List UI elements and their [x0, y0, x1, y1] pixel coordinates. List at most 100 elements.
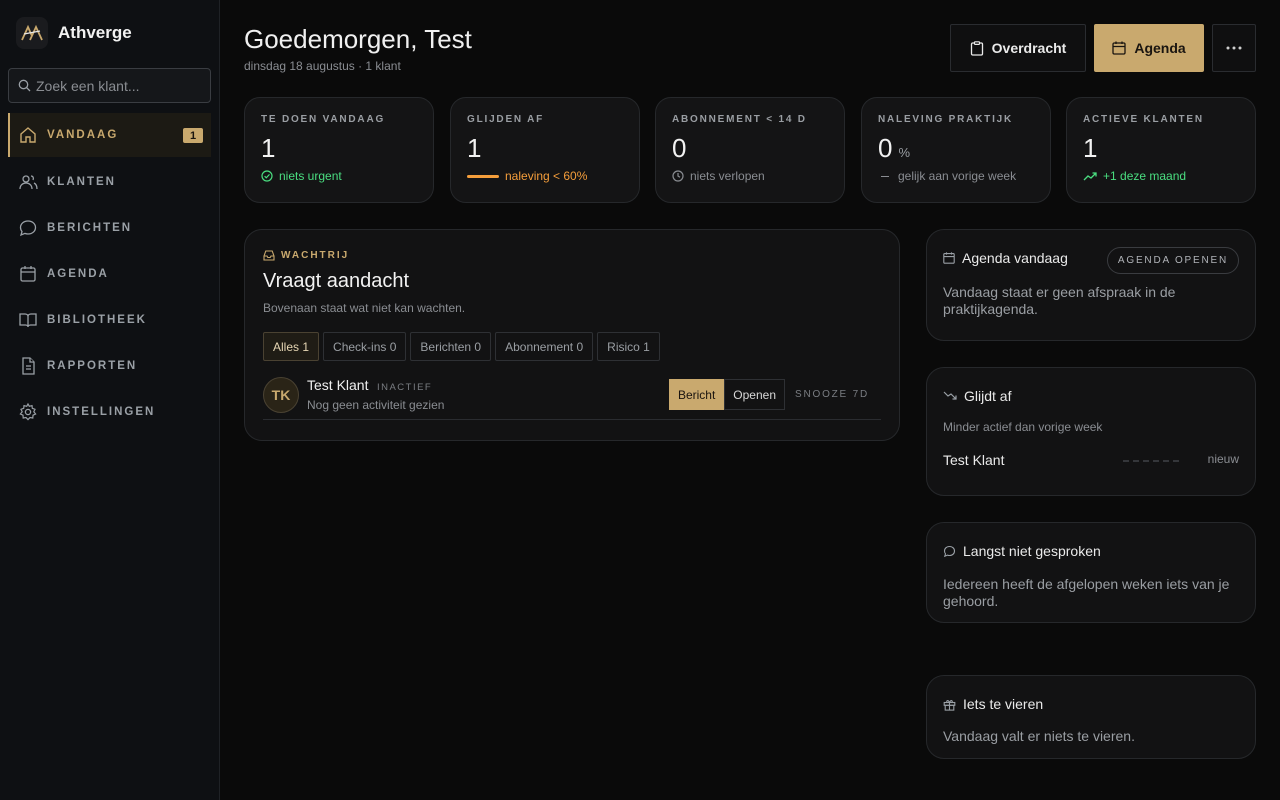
card-body: Iedereen heeft de afgelopen weken iets v…	[943, 576, 1230, 609]
stat-card-abonnement[interactable]: ABONNEMENT < 14 D 0 niets verlopen	[655, 97, 845, 203]
check-circle-icon	[261, 170, 273, 182]
trending-down-icon	[943, 391, 957, 400]
sidebar-item-label: VANDAAG	[47, 129, 119, 141]
sidebar-item-bibliotheek[interactable]: BIBLIOTHEEK	[8, 297, 211, 343]
count-badge: 1	[183, 128, 203, 143]
stat-label: ACTIEVE KLANTEN	[1083, 114, 1204, 125]
sidebar-item-label: RAPPORTEN	[47, 360, 138, 372]
open-agenda-button[interactable]: AGENDA OPENEN	[1106, 247, 1239, 274]
status-badge: INACTIEF	[376, 382, 433, 393]
sparkline-placeholder	[1123, 460, 1179, 462]
queue-filters: Alles 1 Check-ins 0 Berichten 0 Abonneme…	[263, 332, 881, 361]
sidebar-item-label: BIBLIOTHEEK	[47, 314, 147, 326]
celebrate-card: Iets te vieren Vandaag valt er niets te …	[926, 675, 1256, 759]
stat-label: GLIJDEN AF	[467, 114, 545, 125]
more-options-button[interactable]	[1212, 24, 1256, 72]
sidebar-item-klanten[interactable]: KLANTEN	[8, 159, 211, 205]
snooze-button[interactable]: SNOOZE 7D	[787, 379, 877, 410]
stat-foot: naleving < 60%	[467, 169, 623, 183]
overdracht-button[interactable]: Overdracht	[950, 24, 1086, 72]
new-tag: nieuw	[1207, 452, 1239, 466]
calendar-icon	[20, 266, 36, 282]
filter-abonnement[interactable]: Abonnement 0	[495, 332, 594, 361]
queue-card: WACHTRIJ Vraagt aandacht Bovenaan staat …	[244, 229, 900, 441]
search-icon	[18, 79, 31, 92]
message-button[interactable]: Bericht	[668, 379, 725, 410]
client-info: Test Klant INACTIEF Nog geen activiteit …	[307, 377, 444, 412]
card-subtitle: Minder actief dan vorige week	[943, 420, 1103, 434]
slipping-card: Glijdt af Minder actief dan vorige week …	[926, 367, 1256, 496]
stat-card-actieve-klanten[interactable]: ACTIEVE KLANTEN 1 +1 deze maand	[1066, 97, 1256, 203]
card-header: Glijdt af	[943, 388, 1239, 404]
sidebar-item-instellingen[interactable]: INSTELLINGEN	[8, 389, 211, 435]
row-actions: Bericht Openen SNOOZE 7D	[668, 379, 877, 410]
stat-value: 1	[467, 133, 482, 163]
client-name[interactable]: Test Klant	[307, 377, 368, 393]
stat-value: 0%	[878, 133, 911, 163]
overdracht-label: Overdracht	[991, 40, 1067, 56]
sidebar-item-label: INSTELLINGEN	[47, 406, 156, 418]
sidebar-item-vandaag[interactable]: VANDAAG 1	[8, 113, 211, 157]
card-body: Vandaag valt er niets te vieren.	[943, 728, 1135, 744]
card-body: Vandaag staat er geen afspraak in de pra…	[943, 284, 1176, 317]
page-title: Goedemorgen, Test	[244, 24, 472, 54]
avatar: TK	[263, 376, 299, 413]
stat-label: ABONNEMENT < 14 D	[672, 114, 807, 125]
sidebar-item-label: AGENDA	[47, 268, 109, 280]
stat-card-te-doen[interactable]: TE DOEN VANDAAG 1 niets urgent	[244, 97, 434, 203]
search-input[interactable]	[36, 77, 206, 94]
gift-icon	[943, 699, 956, 711]
list-item[interactable]: Test Klant nieuw	[943, 452, 1239, 468]
queue-title: Vraagt aandacht	[263, 270, 410, 292]
stat-foot: gelijk aan vorige week	[878, 169, 1034, 183]
chat-icon	[19, 220, 37, 237]
gear-icon	[19, 402, 37, 421]
search-box[interactable]	[8, 68, 211, 103]
sidebar-item-berichten[interactable]: BERICHTEN	[8, 205, 211, 251]
stat-value: 1	[1083, 133, 1098, 163]
clipboard-icon	[970, 40, 983, 56]
sidebar: Athverge VANDAAG 1 KLANTEN BERICHTEN AGE…	[0, 0, 220, 800]
page-subtitle: dinsdag 18 augustus · 1 klant	[244, 59, 401, 73]
stat-card-naleving[interactable]: NALEVING PRAKTIJK 0% gelijk aan vorige w…	[861, 97, 1051, 203]
stat-value: 0	[672, 133, 687, 163]
queue-subtitle: Bovenaan staat wat niet kan wachten.	[263, 301, 466, 315]
card-header: Iets te vieren	[943, 696, 1239, 712]
open-button[interactable]: Openen	[724, 379, 785, 410]
brand[interactable]: Athverge	[16, 17, 132, 49]
trending-up-icon	[1083, 172, 1097, 181]
home-icon	[20, 127, 36, 143]
more-horizontal-icon	[1226, 46, 1242, 50]
clock-icon	[672, 170, 684, 182]
queue-row[interactable]: TK Test Klant INACTIEF Nog geen activite…	[263, 376, 881, 420]
sidebar-item-rapporten[interactable]: RAPPORTEN	[8, 343, 211, 389]
filter-alles[interactable]: Alles 1	[263, 332, 320, 361]
sidebar-item-agenda[interactable]: AGENDA	[8, 251, 211, 297]
sidebar-nav: VANDAAG 1 KLANTEN BERICHTEN AGENDA BIBLI…	[8, 113, 211, 435]
main-content: Goedemorgen, Test dinsdag 18 augustus · …	[244, 0, 1256, 800]
neutral-dash-icon	[881, 175, 889, 177]
agenda-button[interactable]: Agenda	[1094, 24, 1204, 72]
stat-foot: +1 deze maand	[1083, 169, 1239, 183]
stat-card-glijden-af[interactable]: GLIJDEN AF 1 naleving < 60%	[450, 97, 640, 203]
calendar-icon	[1112, 41, 1126, 55]
stat-foot: niets verlopen	[672, 169, 828, 183]
agenda-today-card: Agenda vandaag AGENDA OPENEN Vandaag sta…	[926, 229, 1256, 341]
filter-risico[interactable]: Risico 1	[597, 332, 660, 361]
client-note: Nog geen activiteit gezien	[307, 398, 445, 412]
stat-label: TE DOEN VANDAAG	[261, 114, 386, 125]
users-icon	[19, 175, 38, 190]
longest-silent-card: Langst niet gesproken Iedereen heeft de …	[926, 522, 1256, 623]
book-icon	[19, 313, 37, 328]
calendar-icon	[943, 252, 955, 264]
filter-check-ins[interactable]: Check-ins 0	[323, 332, 407, 361]
brand-name: Athverge	[58, 23, 132, 42]
agenda-label: Agenda	[1134, 40, 1186, 56]
inbox-icon	[263, 250, 275, 261]
logo-icon	[16, 17, 48, 49]
sidebar-item-label: KLANTEN	[47, 176, 116, 188]
chat-icon	[943, 545, 956, 557]
filter-berichten[interactable]: Berichten 0	[410, 332, 492, 361]
sidebar-item-label: BERICHTEN	[47, 222, 133, 234]
queue-kicker: WACHTRIJ	[263, 250, 881, 261]
